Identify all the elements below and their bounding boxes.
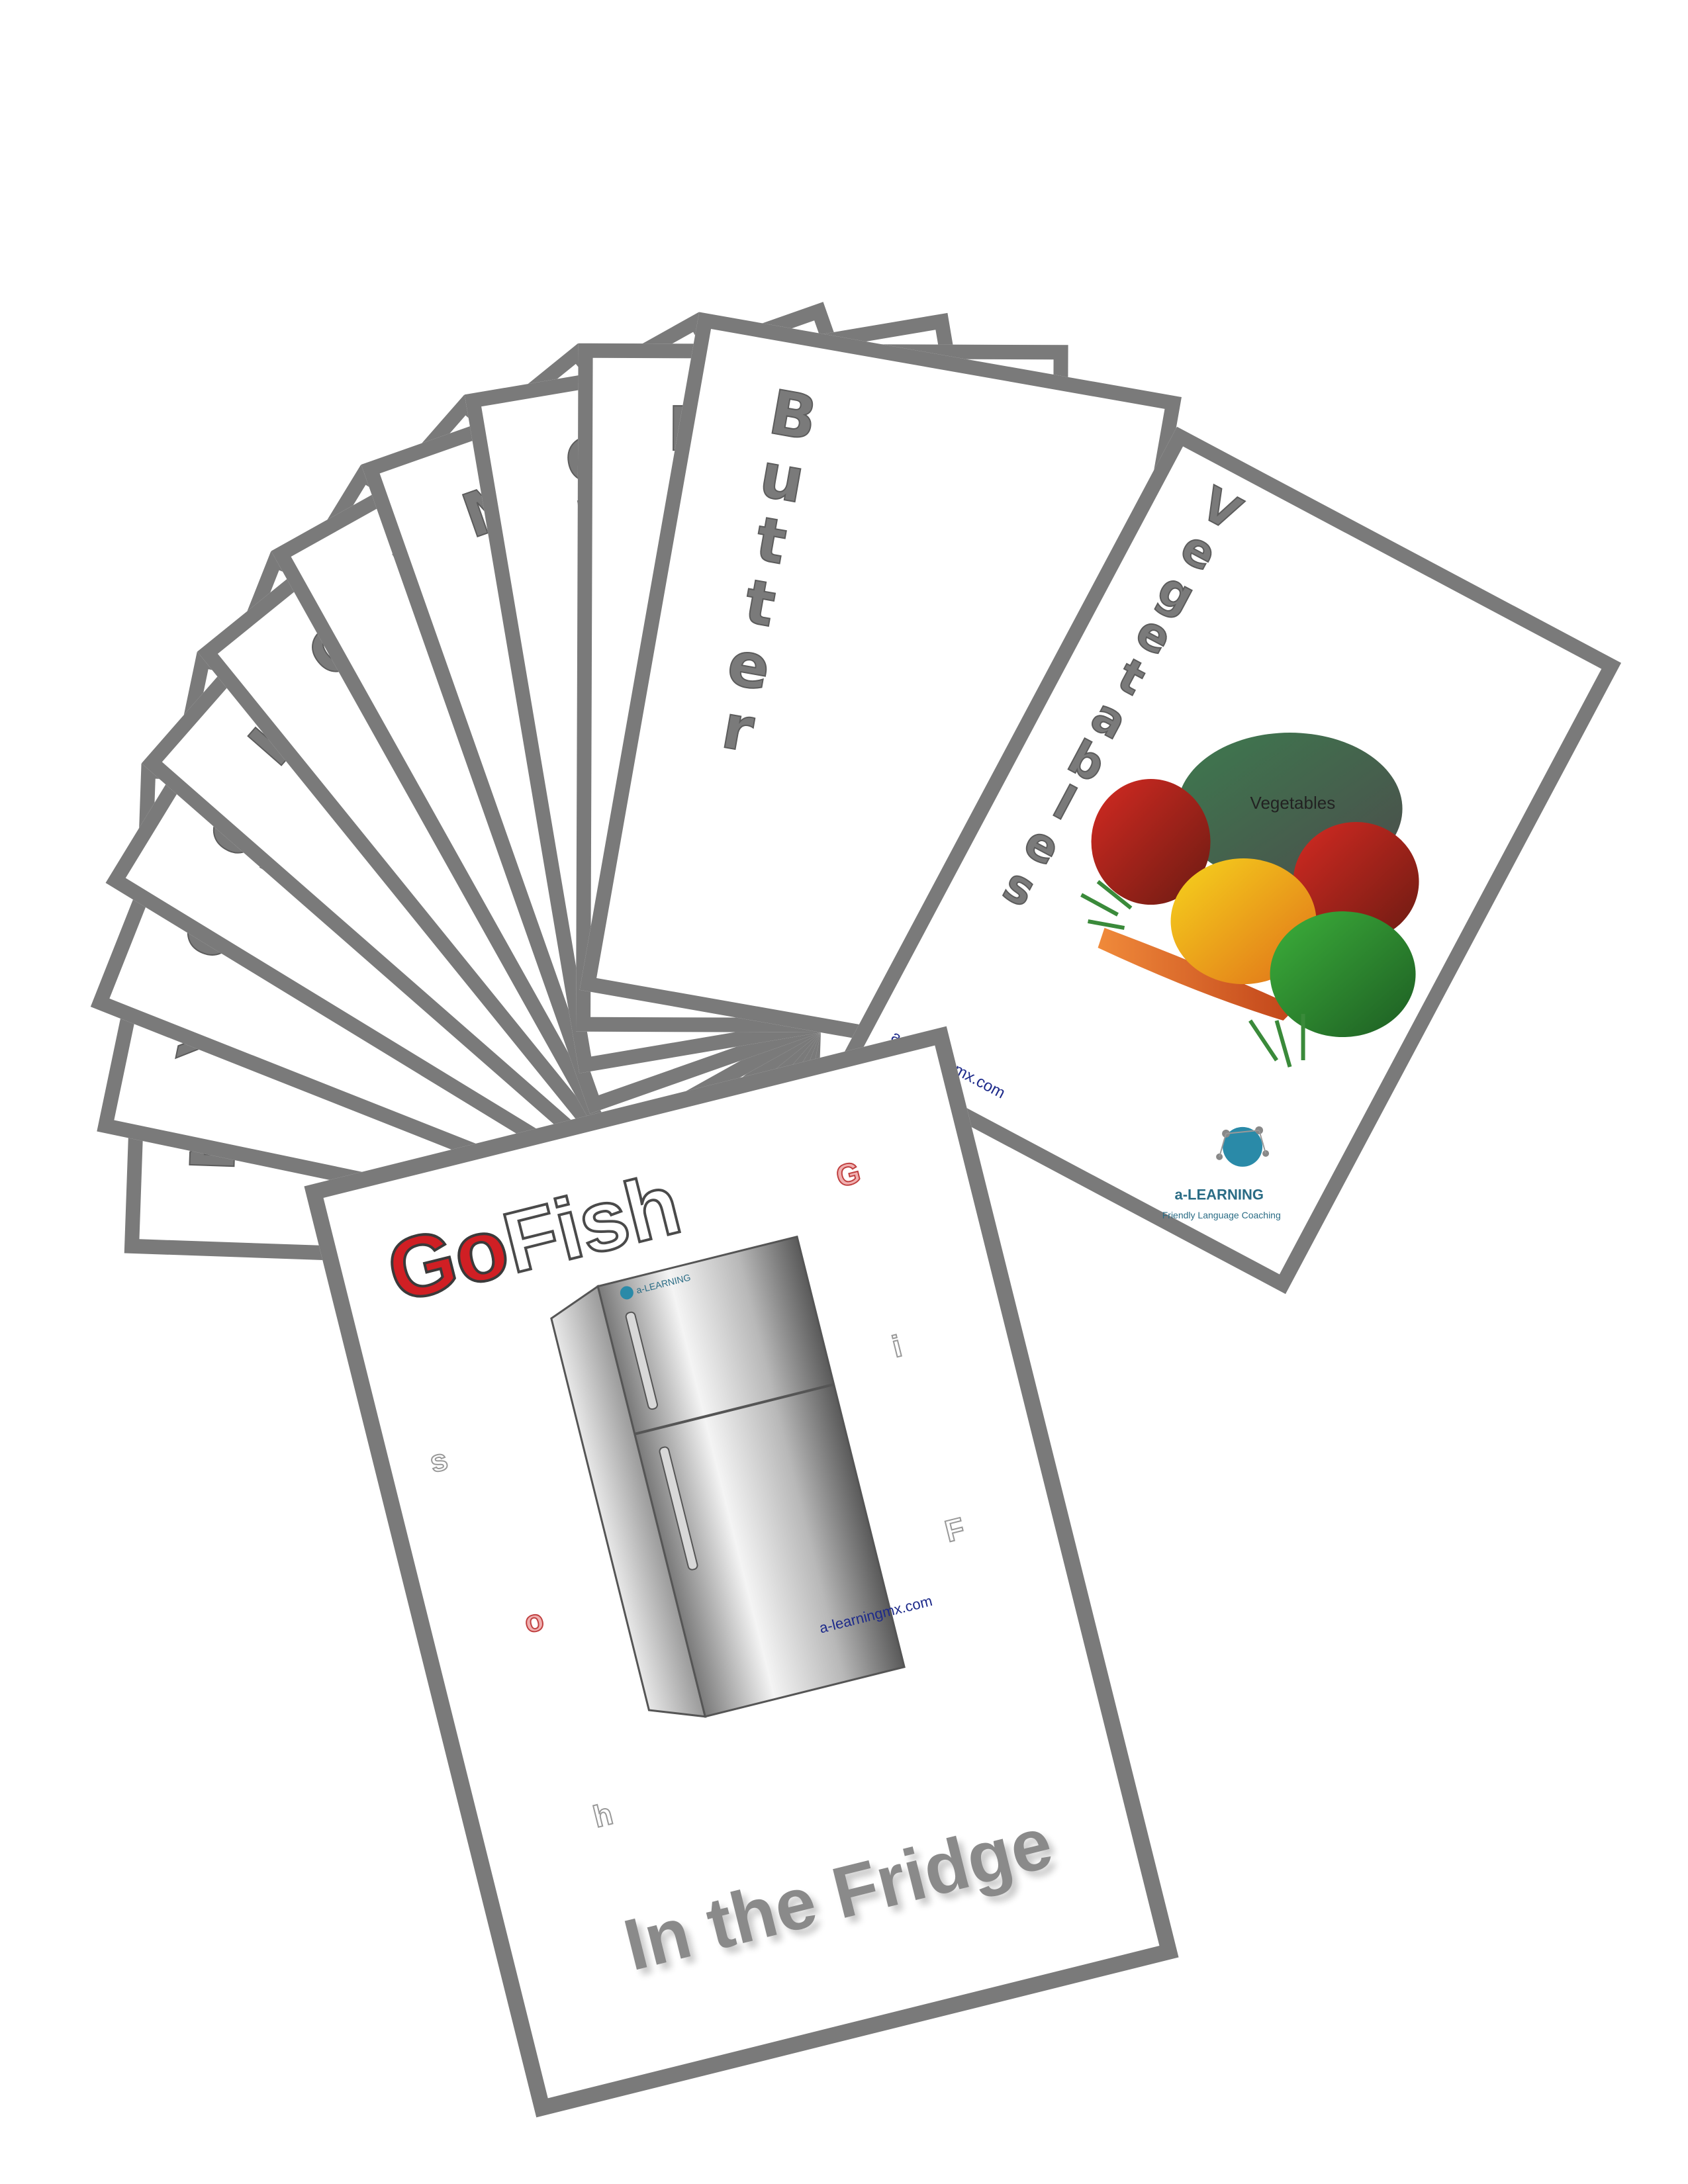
fan-card-letter: r [716, 690, 759, 766]
go-fish-front-card: GoFish G i F h o s a-LEARNING a-learning… [304, 1026, 1179, 2118]
vegetables-letter: s [994, 856, 1045, 919]
vegetables-card-brand: a-LEARNING [1174, 1186, 1264, 1203]
scattered-letter-h: h [589, 1796, 617, 1835]
fridge-icon: a-LEARNING [550, 1235, 906, 1718]
in-the-fridge-subtitle: In the Fridge [616, 1801, 1060, 1987]
card-fan-scene: NEYYogCCdCheHotOrangeIceMilkChickFishBut… [0, 0, 1688, 2184]
fan-card-letter: t [750, 503, 792, 579]
fan-card-letter: t [739, 565, 781, 641]
scattered-letter-s: s [426, 1441, 451, 1480]
title-go: Go [377, 1197, 518, 1322]
a-learning-logo-icon [1216, 1126, 1270, 1167]
scattered-letter-g: G [832, 1154, 865, 1195]
scattered-letter-i: i [888, 1328, 906, 1365]
scattered-letter-o: o [520, 1601, 548, 1640]
vegetables-card-tagline: Friendly Language Coaching [1162, 1209, 1281, 1220]
vegetables-illustration: Vegetables [1080, 733, 1419, 1068]
vegetables-image-label: Vegetables [1250, 793, 1336, 813]
scattered-letter-f: F [941, 1510, 968, 1549]
fan-card-word: Butter [696, 376, 834, 766]
